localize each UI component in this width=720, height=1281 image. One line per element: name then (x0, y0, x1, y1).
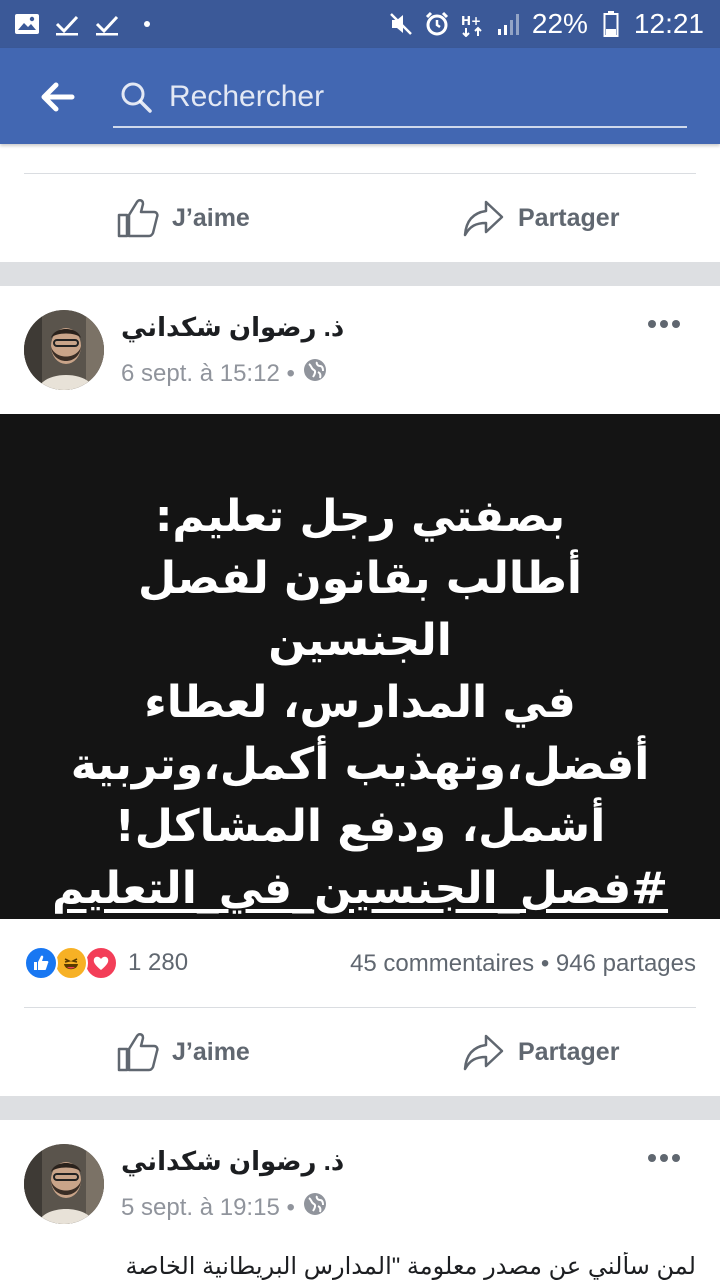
app-bar (0, 48, 720, 144)
image-hashtag[interactable]: #فصل_الجنسين_في_التعليم (40, 858, 680, 920)
image-text-line: في المدارس، لعطاء (144, 677, 576, 728)
divider (24, 1007, 696, 1008)
battery-percent: 22% (531, 8, 588, 39)
signal-icon (496, 11, 522, 37)
share-button[interactable]: Partager (462, 1030, 619, 1074)
reactions-count: 1 280 (128, 949, 189, 976)
feed-separator (0, 262, 720, 286)
alarm-icon (424, 11, 450, 37)
share-button[interactable]: Partager (462, 196, 619, 240)
avatar[interactable] (24, 1144, 104, 1224)
more-options-icon[interactable] (648, 320, 684, 332)
mute-icon (388, 11, 414, 37)
image-text-line: أطالب بقانون لفصل الجنسين (138, 553, 582, 666)
like-label: J’aime (172, 203, 250, 232)
dot-icon (134, 11, 160, 37)
globe-icon (303, 1192, 327, 1223)
shares-count[interactable]: 946 partages (556, 950, 696, 977)
post-author[interactable]: ذ. رضوان شكداني (121, 312, 344, 343)
avatar[interactable] (24, 310, 104, 390)
thumbs-up-icon (117, 1033, 159, 1072)
clock: 12:21 (633, 8, 704, 39)
search-box[interactable] (113, 68, 687, 128)
reactions-summary[interactable]: 1 280 (24, 946, 188, 980)
search-icon (119, 80, 153, 114)
divider (24, 173, 696, 174)
search-input[interactable] (167, 76, 671, 118)
image-text-line: أشمل، ودفع المشاكل! (114, 801, 606, 852)
more-options-icon[interactable] (648, 1154, 684, 1166)
post-stats: 45 commentaires • 946 partages (350, 950, 696, 978)
gallery-icon (14, 11, 40, 37)
thumbs-up-icon (117, 199, 159, 238)
feed-separator (0, 1096, 720, 1120)
stats-separator: • (540, 950, 556, 977)
status-bar: H+ 22% 12:21 (0, 0, 720, 48)
post-body-text: لمن سألني عن مصدر معلومة "المدارس البريط… (125, 1253, 696, 1280)
check-icon (94, 11, 120, 37)
post-image-text: بصفتي رجل تعليم: أطالب بقانون لفصل الجنس… (40, 486, 680, 920)
share-label: Partager (518, 1037, 620, 1066)
comments-count[interactable]: 45 commentaires (350, 950, 534, 977)
back-arrow-icon[interactable] (36, 76, 78, 118)
post-author[interactable]: ذ. رضوان شكداني (121, 1146, 344, 1177)
like-button[interactable]: J’aime (116, 1030, 250, 1074)
timestamp-text: 5 sept. à 19:15 • (121, 1193, 295, 1221)
haha-reaction-icon (54, 946, 88, 980)
post-image[interactable]: بصفتي رجل تعليم: أطالب بقانون لفصل الجنس… (0, 414, 720, 919)
image-text-line: أفضل،وتهذيب أكمل،وتربية (70, 739, 650, 790)
share-label: Partager (518, 203, 620, 232)
previous-post-fragment (30, 144, 120, 148)
post-timestamp: 6 sept. à 15:12 • (121, 358, 327, 389)
timestamp-text: 6 sept. à 15:12 • (121, 359, 295, 387)
post-timestamp: 5 sept. à 19:15 • (121, 1192, 327, 1223)
share-arrow-icon (463, 1034, 504, 1071)
like-reaction-icon (24, 946, 58, 980)
love-reaction-icon (84, 946, 118, 980)
check-icon (54, 11, 80, 37)
svg-text:H+: H+ (461, 14, 481, 28)
network-h-plus-icon: H+ (460, 11, 486, 37)
share-arrow-icon (463, 200, 504, 237)
globe-icon (303, 358, 327, 389)
image-text-line: بصفتي رجل تعليم: (154, 491, 566, 542)
battery-icon (598, 11, 624, 37)
like-label: J’aime (172, 1037, 250, 1066)
like-button[interactable]: J’aime (116, 196, 250, 240)
